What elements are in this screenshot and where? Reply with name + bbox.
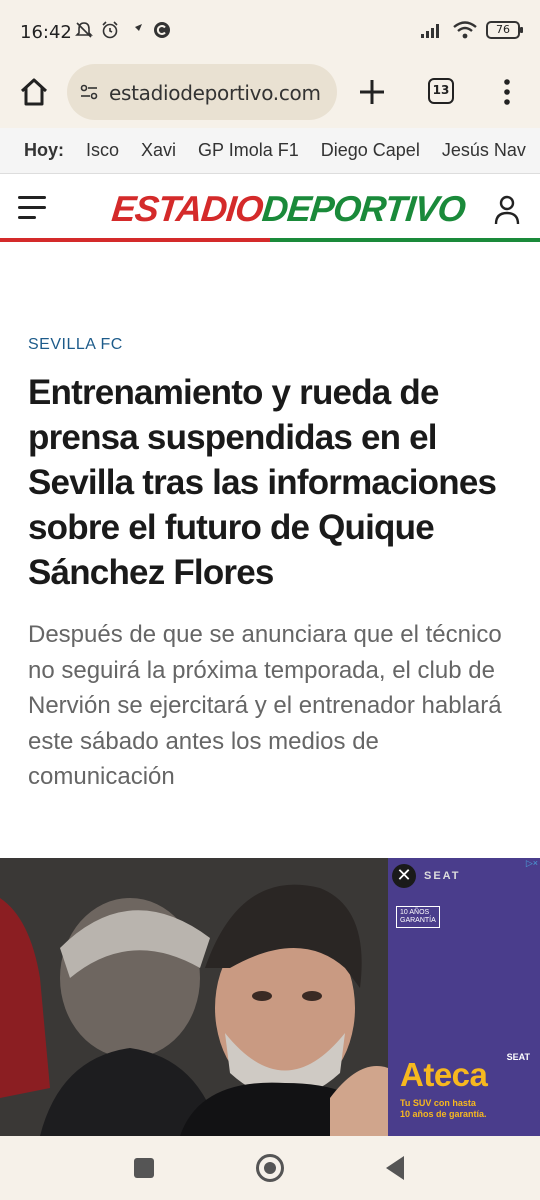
site-logo[interactable]: ESTADIODEPORTIVO xyxy=(110,188,467,230)
trending-link[interactable]: Diego Capel xyxy=(321,140,420,161)
url-text[interactable]: estadiodeportivo.com xyxy=(109,81,327,105)
status-icons-left xyxy=(74,20,172,40)
tools-icon xyxy=(130,24,142,36)
ad-badge-line1: 10 AÑOS xyxy=(400,909,430,916)
ad-close-button[interactable]: ✕ xyxy=(392,864,416,888)
photo-illustration xyxy=(0,858,388,1136)
battery-icon: 76 xyxy=(486,21,523,39)
ad-badge-line2: GARANTÍA xyxy=(400,917,436,924)
ad-choices-icon[interactable]: ▷× xyxy=(526,858,538,869)
notifications-off-icon xyxy=(75,22,93,38)
article-subheadline: Después de que se anunciara que el técni… xyxy=(28,621,502,790)
article-photo xyxy=(0,858,388,1136)
ad-model: Ateca xyxy=(400,1056,488,1093)
article-section-link[interactable]: SEVILLA FC xyxy=(28,336,123,354)
hamburger-menu-icon[interactable] xyxy=(18,196,48,222)
ad-brand-small: SEAT xyxy=(506,1052,530,1062)
new-tab-icon[interactable] xyxy=(356,76,388,108)
trending-link[interactable]: Jesús Nav xyxy=(442,140,526,161)
logo-part2: DEPORTIVO xyxy=(260,188,467,229)
browser-toolbar: estadiodeportivo.com 13 xyxy=(0,58,540,128)
status-bar: 16:42 76 xyxy=(0,0,540,58)
ad-copy: Tu SUV con hasta 10 años de garantía. xyxy=(400,1098,530,1120)
address-bar[interactable]: estadiodeportivo.com xyxy=(67,64,337,120)
logo-part1: ESTADIO xyxy=(109,188,265,229)
trending-link[interactable]: Isco xyxy=(86,140,119,161)
user-icon[interactable] xyxy=(494,194,520,226)
trending-link[interactable]: Xavi xyxy=(141,140,176,161)
more-options-icon[interactable] xyxy=(496,76,518,108)
site-settings-icon[interactable] xyxy=(79,82,99,102)
article-headline: Entrenamiento y rueda de prensa suspendi… xyxy=(28,373,497,592)
ad-copy-line2: 10 años de garantía. xyxy=(400,1109,487,1119)
ad-brand: SEAT xyxy=(424,870,461,882)
alarm-icon xyxy=(102,21,118,39)
status-time: 16:42 xyxy=(20,22,72,43)
recents-button[interactable] xyxy=(134,1158,154,1178)
trending-label: Hoy: xyxy=(24,140,64,160)
ad-banner[interactable]: ▷× ✕ SEAT 10 AÑOS GARANTÍA SEAT Ateca Tu… xyxy=(388,858,540,1136)
tab-switcher-button[interactable]: 13 xyxy=(428,78,454,104)
header-divider xyxy=(0,238,540,242)
status-icons-right: 76 xyxy=(420,20,523,40)
trending-link[interactable]: GP Imola F1 xyxy=(198,140,299,161)
ad-copy-line1: Tu SUV con hasta xyxy=(400,1098,476,1108)
signal-icon xyxy=(421,24,439,38)
home-icon[interactable] xyxy=(16,74,52,110)
back-button[interactable] xyxy=(386,1156,404,1180)
trending-bar: Hoy: Isco Xavi GP Imola F1 Diego Capel J… xyxy=(0,128,540,174)
wifi-icon xyxy=(453,21,477,39)
copyright-icon xyxy=(154,22,170,38)
ad-warranty-badge: 10 AÑOS GARANTÍA xyxy=(396,906,440,928)
site-header: ESTADIODEPORTIVO xyxy=(0,174,540,244)
system-nav-bar xyxy=(0,1136,540,1200)
home-button[interactable] xyxy=(256,1154,284,1182)
